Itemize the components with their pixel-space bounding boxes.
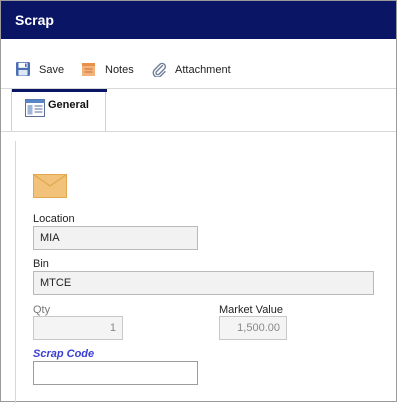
bin-field[interactable]: MTCE	[33, 271, 374, 295]
paperclip-icon	[151, 61, 167, 80]
envelope-icon[interactable]	[33, 174, 67, 201]
location-label: Location	[33, 213, 75, 225]
attachment-button[interactable]: Attachment	[151, 61, 231, 79]
bin-label: Bin	[33, 258, 49, 270]
market-value-label: Market Value	[219, 304, 283, 316]
sticky-note-icon	[81, 61, 97, 80]
scrap-code-field[interactable]	[33, 361, 198, 385]
qty-field[interactable]: 1	[33, 316, 123, 340]
tab-strip: General	[1, 89, 396, 131]
tab-general[interactable]: General	[11, 89, 107, 131]
floppy-disk-icon	[15, 61, 31, 80]
title-bar: Scrap	[1, 1, 396, 39]
notes-button-label: Notes	[105, 64, 134, 76]
save-button[interactable]: Save	[15, 61, 64, 79]
save-button-label: Save	[39, 64, 65, 76]
market-value-field[interactable]: 1,500.00	[219, 316, 287, 340]
qty-label: Qty	[33, 304, 51, 316]
notes-button[interactable]: Notes	[81, 61, 134, 79]
toolbar: Save Notes Attachment	[1, 53, 396, 87]
window-frame: Scrap Save Notes Attachment General Loca…	[0, 0, 397, 403]
tab-general-label: General	[48, 99, 89, 111]
active-tab-indicator	[12, 89, 107, 92]
location-field[interactable]: MIA	[33, 226, 198, 250]
scrap-code-label[interactable]: Scrap Code	[33, 348, 94, 360]
attachment-button-label: Attachment	[175, 64, 231, 76]
window-title: Scrap	[15, 12, 54, 28]
form-layout-icon	[25, 99, 45, 120]
tab-divider	[1, 131, 396, 132]
